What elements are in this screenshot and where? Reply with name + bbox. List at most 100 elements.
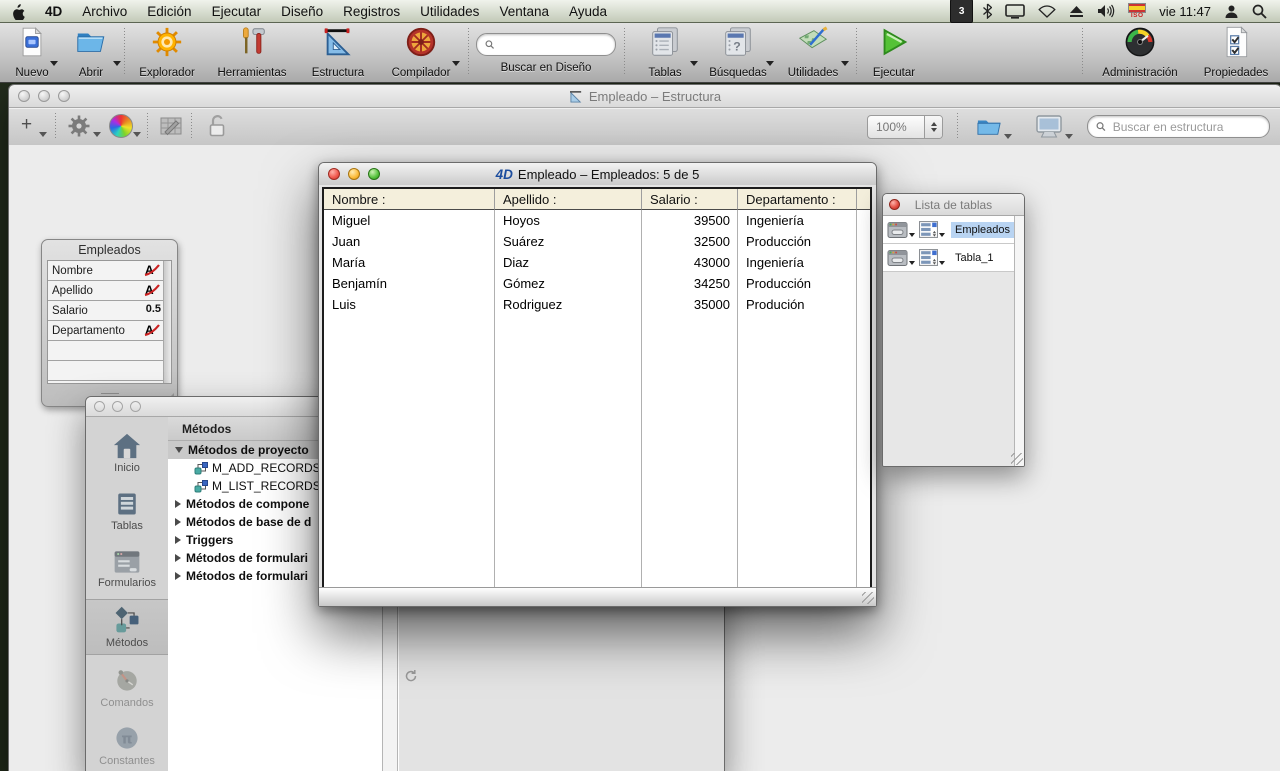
field-row[interactable]: Salario 0.5 [48,301,171,321]
sidebar-item-metodos[interactable]: Métodos [86,599,168,655]
field-row[interactable]: Apellido A [48,281,171,301]
add-object-button[interactable]: + [21,115,32,135]
field-row[interactable]: Nombre A [48,261,171,281]
tools-button[interactable]: Herramientas [206,25,298,79]
disclosure-collapsed-icon[interactable] [175,554,181,562]
menu-app-4d[interactable]: 4D [35,0,72,22]
keyboard-layout-flag[interactable]: ISO [1125,0,1149,22]
display-options-button[interactable] [1035,114,1063,144]
lock-button[interactable] [205,114,231,144]
close-button[interactable] [889,199,900,210]
disclosure-collapsed-icon[interactable] [175,572,181,580]
cell[interactable]: Miguel [324,210,495,231]
cell[interactable]: 34250 [642,273,738,294]
bluetooth-icon[interactable] [980,0,995,22]
zoom-button[interactable] [58,90,70,102]
display-dropdown-arrow[interactable] [1065,134,1073,139]
cell[interactable]: Producción [738,273,857,294]
cell[interactable]: 32500 [642,231,738,252]
list-dropdown-arrow[interactable] [939,261,945,265]
user-icon[interactable] [1221,0,1242,22]
form-dropdown-arrow[interactable] [909,233,915,237]
cell[interactable]: 43000 [642,252,738,273]
palette-scrollbar[interactable] [1014,216,1024,466]
folders-button[interactable] [975,114,1003,143]
zoom-stepper[interactable]: 100% [867,115,943,139]
cell[interactable]: Benjamín [324,273,495,294]
admin-button[interactable]: Administración [1088,25,1192,79]
tables-dropdown-arrow[interactable] [690,61,698,66]
list-dropdown-arrow[interactable] [939,233,945,237]
field-row-empty[interactable] [48,341,171,361]
settings-gear-button[interactable] [67,114,91,143]
new-button[interactable]: Nuevo [8,25,56,79]
minimize-button[interactable] [38,90,50,102]
column-header-apellido[interactable]: Apellido : [495,189,642,210]
disclosure-expanded-icon[interactable] [175,447,183,453]
gear-dropdown-arrow[interactable] [93,132,101,137]
sidebar-item-inicio[interactable]: Inicio [86,425,168,481]
zoom-down-arrow[interactable] [931,128,937,132]
cell[interactable]: Gómez [495,273,642,294]
cell[interactable]: Rodriguez [495,294,642,315]
menu-registros[interactable]: Registros [333,0,410,22]
compiler-dropdown-arrow[interactable] [452,61,460,66]
utilities-button[interactable]: Utilidades [780,25,846,79]
menu-diseno[interactable]: Diseño [271,0,333,22]
window-resize-grip[interactable] [862,592,874,604]
table-box-empleados[interactable]: Empleados Nombre A Apellido A Salario 0.… [41,239,178,407]
edit-grid-button[interactable] [159,114,183,143]
cell[interactable]: María [324,252,495,273]
table-name-selected[interactable]: Empleados [951,222,1014,238]
cell[interactable]: Luis [324,294,495,315]
open-dropdown-arrow[interactable] [113,61,121,66]
cell[interactable]: Hoyos [495,210,642,231]
wifi-icon[interactable] [1035,0,1059,22]
menu-ventana[interactable]: Ventana [489,0,559,22]
form-dropdown-arrow[interactable] [909,261,915,265]
design-search-input[interactable] [499,37,607,53]
close-button[interactable] [328,168,340,180]
queries-dropdown-arrow[interactable] [766,61,774,66]
sidebar-item-constantes[interactable]: π Constantes [86,717,168,771]
design-search-field[interactable] [476,33,616,56]
menu-ejecutar[interactable]: Ejecutar [202,0,272,22]
cell[interactable]: Juan [324,231,495,252]
field-row[interactable]: Departamento A [48,321,171,341]
form-window-icon[interactable] [887,250,917,266]
cell[interactable]: Ingeniería [738,252,857,273]
cell[interactable]: Suárez [495,231,642,252]
spotlight-icon[interactable] [1249,0,1270,22]
table-box-title[interactable]: Empleados [42,240,177,260]
add-dropdown-arrow[interactable] [39,132,47,137]
form-window-icon[interactable] [887,222,917,238]
color-dropdown-arrow[interactable] [133,132,141,137]
list-form-icon[interactable] [919,221,947,238]
close-button[interactable] [94,401,105,412]
minimize-button[interactable] [348,168,360,180]
menu-clock[interactable]: vie 11:47 [1156,0,1214,22]
zoom-up-arrow[interactable] [931,122,937,126]
structure-search-input[interactable] [1111,119,1261,135]
cell[interactable]: Producción [738,231,857,252]
column-header-nombre[interactable]: Nombre : [324,189,495,210]
menu-edicion[interactable]: Edición [137,0,201,22]
open-button[interactable]: Abrir [64,25,118,79]
disclosure-collapsed-icon[interactable] [175,518,181,526]
structure-window-titlebar[interactable]: Empleado – Estructura [9,85,1280,108]
table-list-row-empleados[interactable]: Empleados [883,216,1024,244]
properties-button[interactable]: Propiedades [1196,25,1276,79]
menu-ayuda[interactable]: Ayuda [559,0,617,22]
cell[interactable]: 39500 [642,210,738,231]
eject-icon[interactable] [1066,0,1087,22]
cell[interactable]: Ingeniería [738,210,857,231]
disclosure-collapsed-icon[interactable] [175,536,181,544]
zoom-button[interactable] [130,401,141,412]
spaces-indicator[interactable]: 3 [950,0,973,23]
queries-button[interactable]: ? Búsquedas [700,25,776,79]
volume-icon[interactable] [1094,0,1118,22]
run-button[interactable]: Ejecutar [864,25,924,79]
utilities-dropdown-arrow[interactable] [841,61,849,66]
disclosure-collapsed-icon[interactable] [175,500,181,508]
sidebar-item-comandos[interactable]: Comandos [86,659,168,715]
